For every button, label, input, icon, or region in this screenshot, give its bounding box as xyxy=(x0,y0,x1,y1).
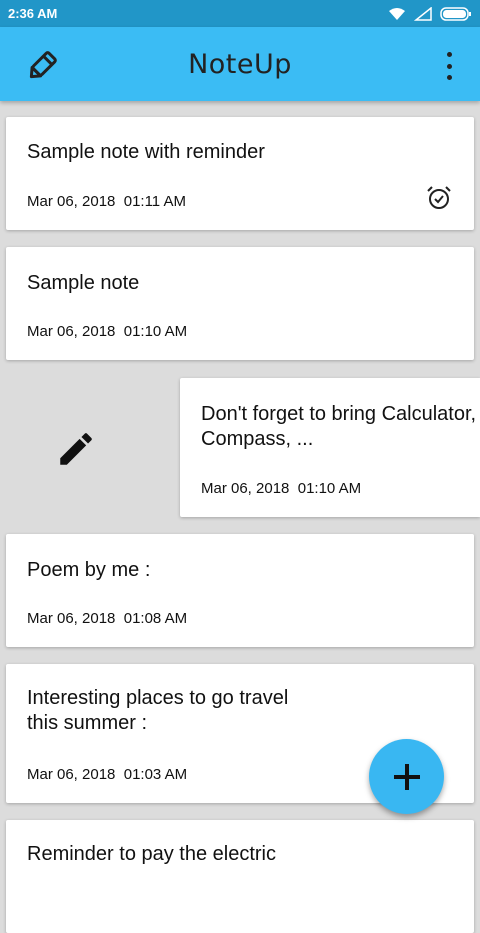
note-title: Poem by me : xyxy=(27,559,151,581)
add-note-button[interactable] xyxy=(369,739,444,814)
note-title: Reminder to pay the electric xyxy=(27,843,277,865)
edit-icon[interactable] xyxy=(55,428,97,470)
note-date: Mar 06, 2018 01:08 AM xyxy=(27,610,188,627)
note-card[interactable]: Sample note Mar 06, 2018 01:10 AM xyxy=(6,247,474,360)
note-card[interactable]: Reminder to pay the electric xyxy=(6,820,474,933)
note-card[interactable]: Poem by me : Mar 06, 2018 01:08 AM xyxy=(6,534,474,647)
wifi-icon xyxy=(389,7,405,20)
note-date: Mar 06, 2018 01:10 AM xyxy=(27,323,188,340)
battery-icon xyxy=(440,6,471,21)
note-date: Mar 06, 2018 01:03 AM xyxy=(27,766,188,783)
note-date: Mar 06, 2018 01:10 AM xyxy=(201,480,362,497)
more-vert-icon[interactable] xyxy=(438,52,460,80)
note-title: Sample note with reminder xyxy=(27,141,265,163)
note-title: Don't forget to bring Calculator, Compas… xyxy=(201,403,477,450)
app-title: NoteUp xyxy=(188,48,292,80)
status-bar: 2:36 AM xyxy=(0,0,480,27)
note-card[interactable]: Sample note with reminder Mar 06, 2018 0… xyxy=(6,117,474,230)
note-title: Interesting places to go travel this sum… xyxy=(27,687,289,734)
note-date: Mar 06, 2018 01:11 AM xyxy=(27,193,186,210)
note-title: Sample note xyxy=(27,272,140,294)
app-bar: NoteUp xyxy=(0,27,480,101)
signal-icon xyxy=(414,6,432,21)
status-icons xyxy=(388,6,472,21)
add-icon xyxy=(393,763,420,790)
pencil-icon xyxy=(29,51,57,79)
status-time: 2:36 AM xyxy=(8,6,58,21)
alarm-check-icon xyxy=(427,186,451,209)
note-card[interactable]: Don't forget to bring Calculator, Compas… xyxy=(180,378,480,517)
